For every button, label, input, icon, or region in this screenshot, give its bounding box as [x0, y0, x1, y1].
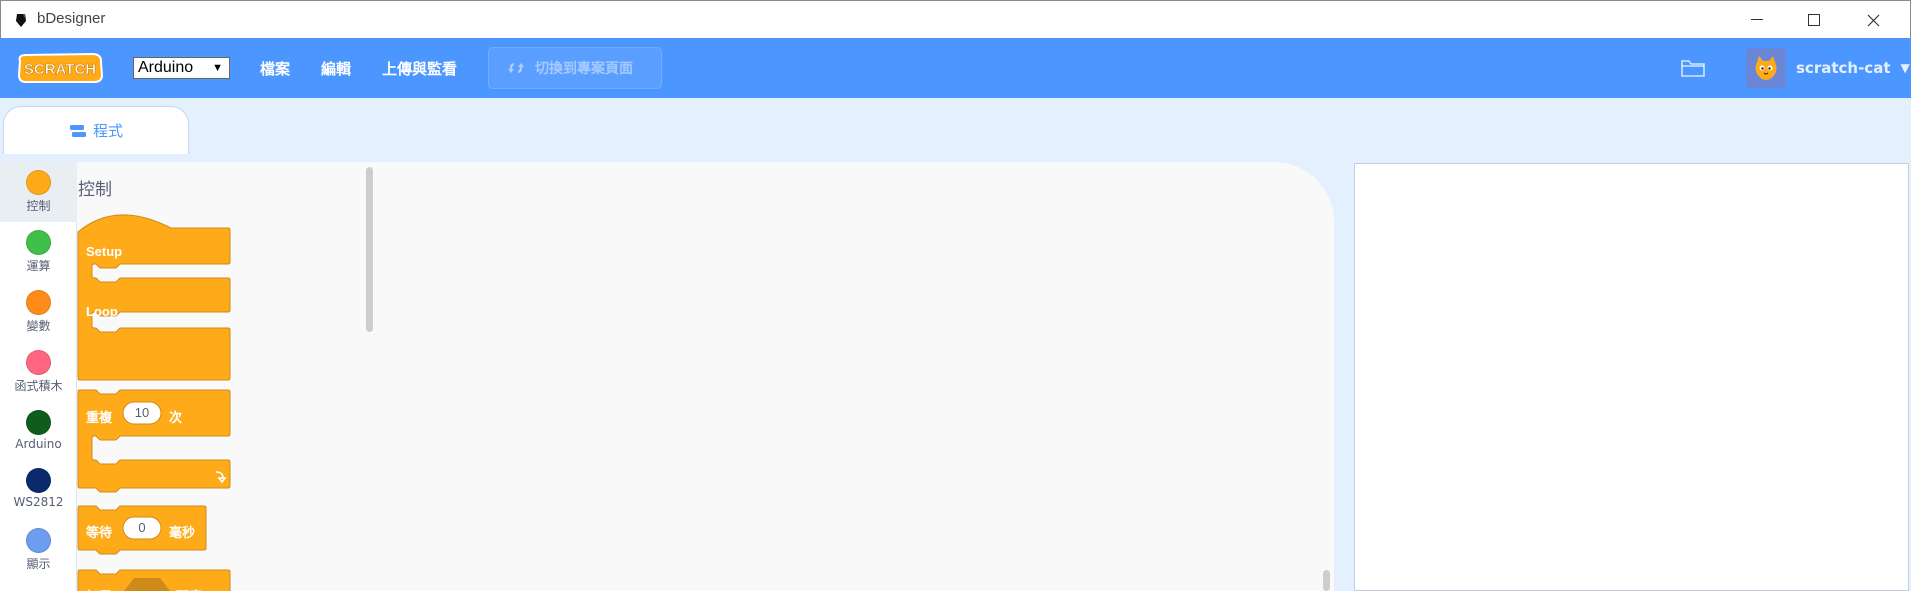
avatar [1746, 48, 1786, 88]
category-dot [26, 350, 51, 375]
category-dot [26, 290, 51, 315]
category-label: 運算 [26, 259, 51, 273]
category-dot [26, 170, 51, 195]
username: scratch-cat [1796, 59, 1891, 77]
category-label: 控制 [26, 199, 51, 213]
scratch-logo[interactable]: SCRATCH [16, 51, 104, 85]
minimize-button[interactable] [1729, 1, 1785, 39]
category-control[interactable]: 控制 [0, 162, 77, 222]
switch-to-project-button[interactable]: 切換到專案頁面 [488, 47, 662, 89]
logo-text: SCRATCH [24, 61, 96, 78]
wait-suffix-label: 毫秒 [169, 525, 196, 540]
folder-icon[interactable] [1680, 57, 1706, 79]
category-dot [26, 230, 51, 255]
if-prefix-label: 如果 [86, 586, 112, 591]
script-canvas[interactable] [378, 162, 1334, 591]
close-button[interactable] [1845, 1, 1901, 39]
category-variables[interactable]: 變數 [0, 282, 77, 342]
code-icon [69, 124, 86, 137]
close-icon [1867, 14, 1879, 26]
repeat-count-value: 10 [135, 405, 149, 420]
switch-to-project-label: 切換到專案頁面 [535, 61, 633, 77]
category-label: 函式積木 [14, 379, 63, 393]
category-menu: 控制 運算 變數 函式積木 Arduino WS2812 顯示 [0, 162, 77, 591]
setup-block[interactable] [77, 214, 231, 381]
menu-upload-monitor[interactable]: 上傳與監看 [382, 58, 457, 79]
maximize-button[interactable] [1786, 1, 1842, 39]
loop-label: Loop [86, 304, 118, 319]
repeat-prefix-label: 重複 [86, 410, 113, 425]
app-icon [16, 14, 26, 27]
cat-avatar-icon [1755, 56, 1777, 80]
category-label: 顯示 [26, 557, 51, 571]
tab-code[interactable]: 程式 [3, 106, 189, 154]
category-ws2812[interactable]: WS2812 [0, 460, 77, 520]
category-operators[interactable]: 運算 [0, 222, 77, 282]
minimize-icon [1751, 19, 1763, 20]
if-suffix-label: 那麼 [176, 586, 202, 591]
flyout-scrollbar[interactable] [366, 167, 373, 332]
tab-code-label: 程式 [92, 122, 123, 140]
category-my-blocks[interactable]: 函式積木 [0, 342, 77, 402]
menu-file[interactable]: 檔案 [260, 58, 290, 79]
canvas-scrollbar[interactable] [1323, 570, 1330, 591]
category-display[interactable]: 顯示 [0, 520, 77, 580]
switch-arrows-icon [508, 63, 524, 73]
setup-label: Setup [86, 244, 123, 259]
language-select[interactable]: Arduino ▼ [133, 57, 230, 79]
flyout-heading: 控制 [78, 180, 112, 200]
category-label: WS2812 [13, 495, 64, 509]
caret-down-icon: ▼ [1900, 61, 1910, 75]
category-label: Arduino [15, 437, 62, 451]
window-title: bDesigner [37, 10, 106, 27]
window-titlebar: bDesigner [0, 0, 1911, 38]
wait-prefix-label: 等待 [86, 525, 113, 540]
category-arduino[interactable]: Arduino [0, 402, 77, 462]
language-select-value: Arduino [138, 59, 194, 76]
category-dot [26, 410, 51, 435]
menu-edit[interactable]: 編輯 [321, 58, 351, 79]
dropdown-arrow-icon: ▼ [212, 62, 223, 74]
category-dot [26, 468, 51, 493]
maximize-icon [1808, 14, 1820, 26]
repeat-suffix-label: 次 [169, 410, 183, 425]
category-label: 變數 [26, 319, 51, 333]
user-menu[interactable]: scratch-cat ▼ [1746, 48, 1910, 88]
category-dot [26, 528, 51, 553]
wait-ms-value: 0 [138, 520, 145, 535]
stage-panel[interactable] [1354, 163, 1909, 591]
